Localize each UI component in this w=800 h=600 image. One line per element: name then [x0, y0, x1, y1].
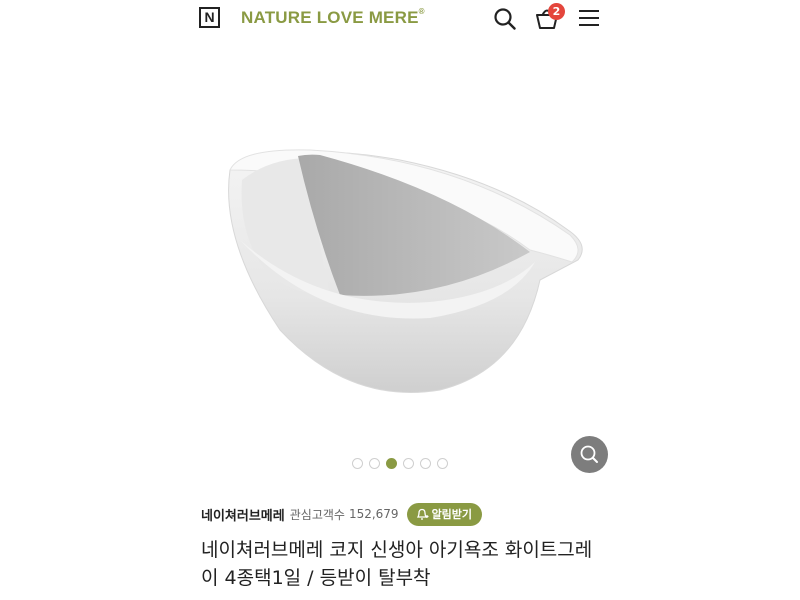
notify-label: 알림받기 — [431, 508, 473, 521]
notify-button[interactable]: 알림받기 — [406, 502, 483, 526]
top-header: N NATURE LOVE MERE® 2 — [0, 0, 800, 40]
brand-text: NATURE LOVE MERE — [241, 8, 419, 27]
slide-dot-3[interactable] — [386, 458, 397, 469]
registered-mark: ® — [418, 7, 425, 16]
bell-plus-icon — [416, 508, 429, 520]
interest-count: 152,679 — [348, 507, 399, 521]
seller-row: 네이쳐러브메레 관심고객수 152,679 알림받기 — [201, 502, 483, 526]
slide-dot-5[interactable] — [420, 458, 431, 469]
menu-icon[interactable] — [577, 6, 603, 32]
product-image[interactable] — [200, 40, 610, 480]
product-title: 네이쳐러브메레 코지 신생아 아기욕조 화이트그레이 4종택1일 / 등받이 탈… — [201, 539, 593, 589]
search-icon[interactable] — [492, 6, 518, 32]
cart-count-badge: 2 — [548, 3, 565, 20]
logo-icon[interactable]: N — [199, 7, 220, 28]
seller-name[interactable]: 네이쳐러브메레 — [201, 505, 285, 524]
slide-dot-2[interactable] — [369, 458, 380, 469]
bathtub-illustration — [228, 149, 583, 393]
slide-dot-4[interactable] — [403, 458, 414, 469]
interest-label: 관심고객수 — [289, 507, 345, 522]
brand-name[interactable]: NATURE LOVE MERE® — [241, 7, 425, 28]
zoom-icon[interactable] — [571, 436, 608, 473]
slide-dot-6[interactable] — [437, 458, 448, 469]
slide-dot-1[interactable] — [352, 458, 363, 469]
